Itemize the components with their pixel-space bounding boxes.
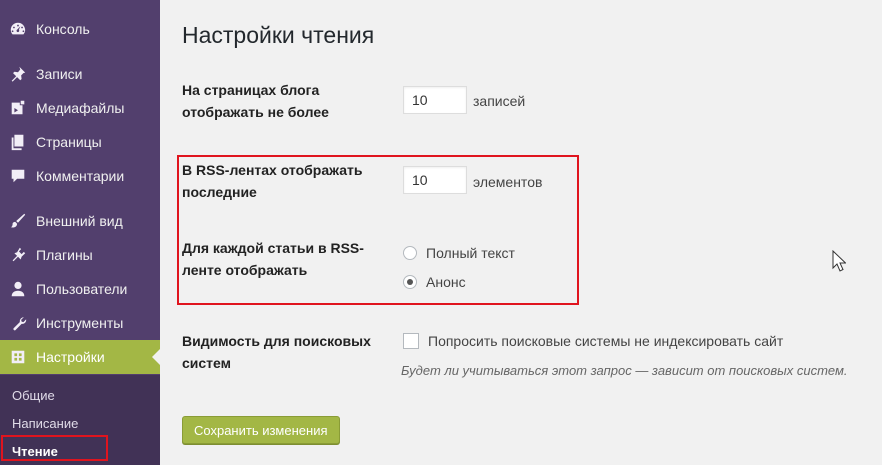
posts-per-page-unit: записей <box>473 93 526 109</box>
sidebar-item-plugins[interactable]: Плагины <box>0 238 160 272</box>
radio-summary[interactable]: Анонс <box>403 274 466 290</box>
pages-icon <box>0 133 36 151</box>
search-visibility-label: Видимость для поисковых систем <box>182 333 371 371</box>
posts-per-page-input[interactable] <box>403 86 467 114</box>
media-icon <box>0 99 36 117</box>
plugin-icon <box>0 246 36 264</box>
radio-full-text-label: Полный текст <box>426 245 515 261</box>
rss-posts-input[interactable] <box>403 166 467 194</box>
mouse-cursor-icon <box>832 250 846 272</box>
wrench-icon <box>0 314 36 332</box>
radio-full-text[interactable]: Полный текст <box>403 245 515 261</box>
radio-summary-control[interactable] <box>403 275 417 289</box>
sidebar-item-label: Медиафайлы <box>36 100 125 116</box>
pin-icon <box>0 65 36 83</box>
sidebar-item-users[interactable]: Пользователи <box>0 272 160 306</box>
settings-content: Настройки чтения На страницах блога отоб… <box>160 0 882 465</box>
submenu-item-general[interactable]: Общие <box>12 388 55 403</box>
discourage-search-checkbox[interactable] <box>403 333 419 349</box>
dashboard-icon <box>0 20 36 38</box>
radio-summary-label: Анонс <box>426 274 466 290</box>
comment-icon <box>0 167 36 185</box>
sidebar-item-label: Пользователи <box>36 281 128 297</box>
page-title: Настройки чтения <box>182 22 375 48</box>
sidebar-item-appearance[interactable]: Внешний вид <box>0 204 160 238</box>
sidebar-item-settings[interactable]: Настройки <box>0 340 160 374</box>
rss-posts-unit: элементов <box>473 174 543 190</box>
sidebar-item-dashboard[interactable]: Консоль <box>0 12 160 46</box>
sidebar-item-label: Настройки <box>36 349 105 365</box>
posts-per-page-label: На страницах блога отображать не более <box>182 82 329 120</box>
rss-posts-label: В RSS-лентах отображать последние <box>182 162 363 200</box>
discourage-search-option[interactable]: Попросить поисковые системы не индексиро… <box>403 333 783 349</box>
submenu-item-writing[interactable]: Написание <box>12 416 78 431</box>
save-changes-button[interactable]: Сохранить изменения <box>182 416 340 444</box>
sidebar-item-posts[interactable]: Записи <box>0 57 160 91</box>
sidebar-item-label: Страницы <box>36 134 102 150</box>
discourage-search-label: Попросить поисковые системы не индексиро… <box>428 333 784 349</box>
sidebar-item-label: Записи <box>36 66 83 82</box>
sidebar-item-pages[interactable]: Страницы <box>0 125 160 159</box>
brush-icon <box>0 212 36 230</box>
settings-icon <box>0 348 36 366</box>
sidebar-item-comments[interactable]: Комментарии <box>0 159 160 193</box>
reading-highlight-box <box>1 435 108 461</box>
sidebar-item-label: Консоль <box>36 21 90 37</box>
sidebar-item-tools[interactable]: Инструменты <box>0 306 160 340</box>
sidebar-item-media[interactable]: Медиафайлы <box>0 91 160 125</box>
sidebar-item-label: Инструменты <box>36 315 124 331</box>
user-icon <box>0 280 36 298</box>
sidebar-item-label: Комментарии <box>36 168 125 184</box>
sidebar-item-label: Плагины <box>36 247 93 263</box>
search-visibility-hint: Будет ли учитываться этот запрос — завис… <box>401 363 848 378</box>
radio-full-text-control[interactable] <box>403 246 417 260</box>
sidebar-item-label: Внешний вид <box>36 213 123 229</box>
rss-content-label: Для каждой статьи в RSS-ленте отображать <box>182 240 364 278</box>
admin-sidebar: Консоль Записи Медиафайлы Страницы Комме… <box>0 0 160 465</box>
